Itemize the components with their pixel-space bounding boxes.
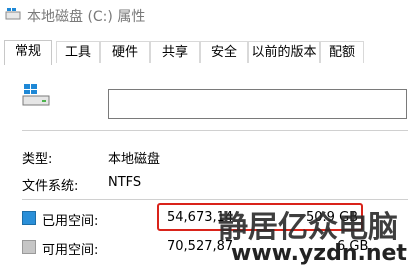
window-title: 本地磁盘 (C:) 属性 <box>27 9 146 25</box>
free-space-label: 可用空间: <box>42 243 99 258</box>
separator <box>22 130 408 131</box>
filesystem-label: 文件系统: <box>22 179 79 194</box>
drive-icon <box>22 84 50 106</box>
tab-general[interactable]: 常规 <box>4 40 52 65</box>
title-bar: 本地磁盘 (C:) 属性 <box>0 0 416 32</box>
tab-tools[interactable]: 工具 <box>56 41 100 63</box>
type-value: 本地磁盘 <box>108 152 161 167</box>
drive-name-field[interactable] <box>108 89 407 119</box>
free-space-swatch <box>22 240 36 254</box>
tab-hardware[interactable]: 硬件 <box>100 41 150 63</box>
type-label: 类型: <box>22 152 53 167</box>
tab-security[interactable]: 安全 <box>200 41 248 63</box>
separator <box>22 199 408 200</box>
tab-strip: 常规 工具 硬件 共享 安全 以前的版本 配额 <box>0 40 416 65</box>
filesystem-value: NTFS <box>108 175 142 190</box>
used-space-label: 已用空间: <box>42 214 99 229</box>
watermark-text: 静居亿众电脑 <box>218 210 398 245</box>
used-space-swatch <box>22 211 36 225</box>
tab-previous-versions[interactable]: 以前的版本 <box>248 41 320 63</box>
watermark-url: www.yzdn.net <box>231 241 407 266</box>
drive-small-icon <box>5 8 21 20</box>
tab-sharing[interactable]: 共享 <box>150 41 200 63</box>
tab-quota[interactable]: 配额 <box>320 41 364 63</box>
